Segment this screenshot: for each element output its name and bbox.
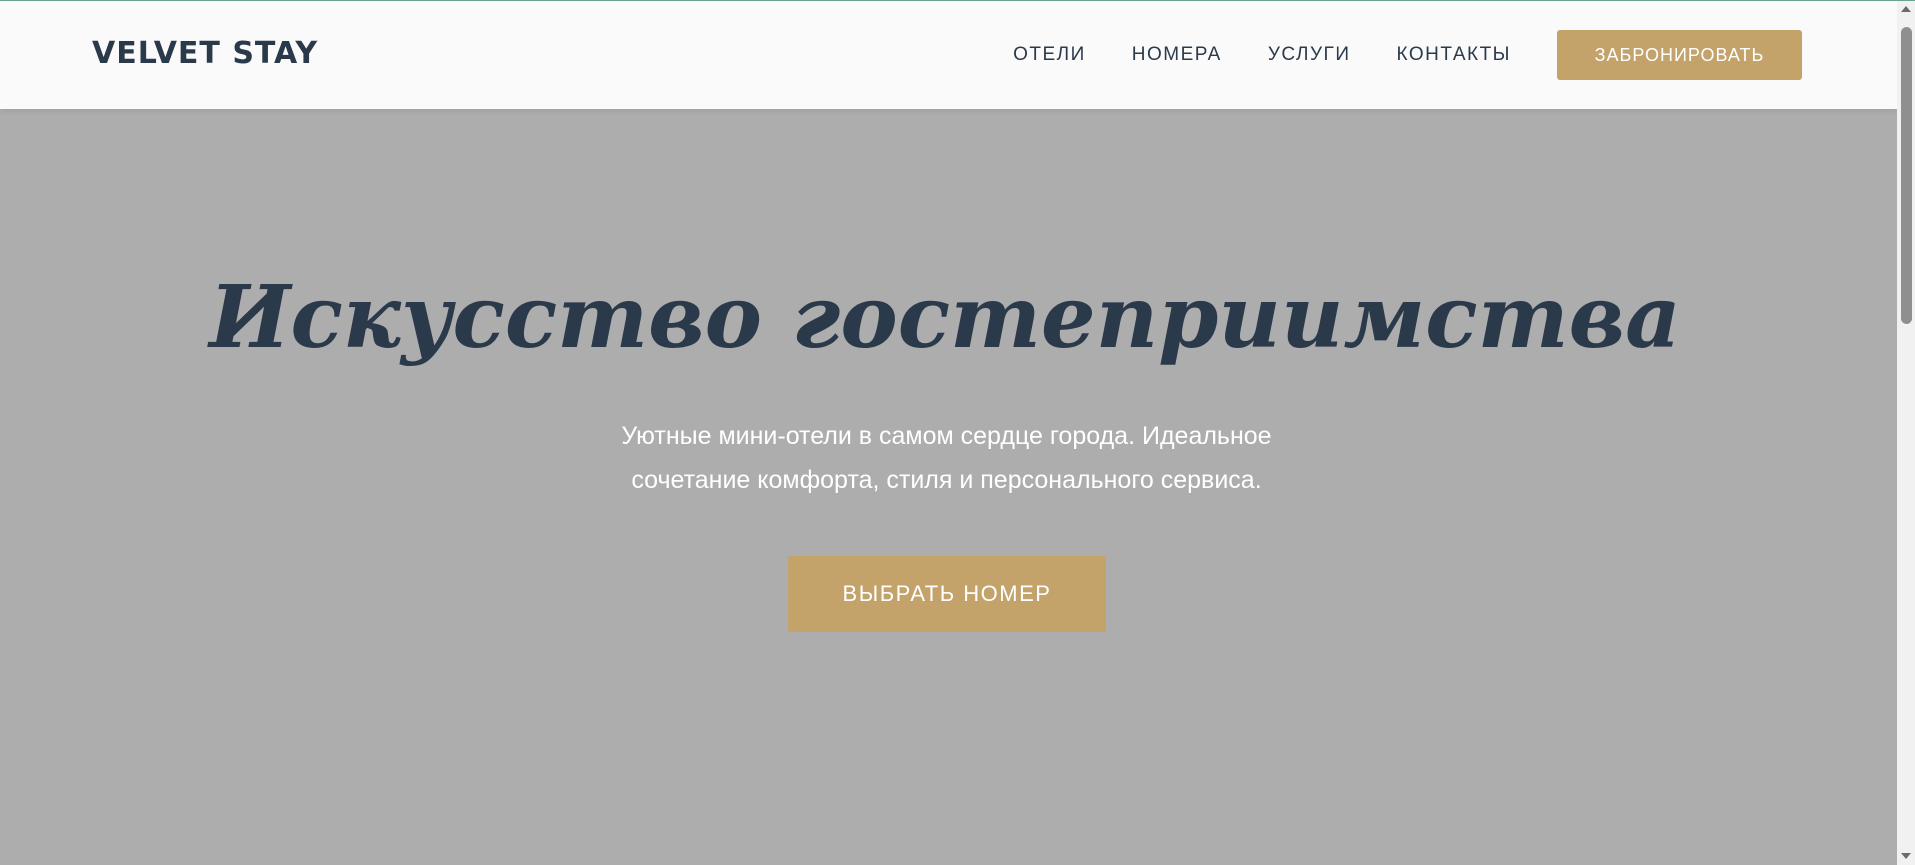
site-header: VELVET STAY ОТЕЛИ НОМЕРА УСЛУГИ КОНТАКТЫ… [0,1,1897,109]
hero-subtitle-line-2: сочетание комфорта, стиля и персональног… [631,466,1262,494]
scrollbar-thumb[interactable] [1901,27,1912,324]
hero-section: Искусство гостеприимства Уютные мини-оте… [0,109,1897,865]
nav-link-contacts[interactable]: КОНТАКТЫ [1397,44,1512,66]
vertical-scrollbar[interactable] [1897,0,1915,865]
scroll-up-arrow-icon[interactable] [1901,6,1911,12]
hero-subtitle: Уютные мини-отели в самом сердце города.… [0,414,1893,502]
site-logo[interactable]: VELVET STAY [92,36,318,71]
scroll-down-arrow-icon[interactable] [1901,853,1911,859]
nav-link-hotels[interactable]: ОТЕЛИ [1013,44,1086,66]
choose-room-button[interactable]: ВЫБРАТЬ НОМЕР [788,556,1106,632]
hero-subtitle-line-1: Уютные мини-отели в самом сердце города.… [621,422,1272,450]
nav-link-services[interactable]: УСЛУГИ [1268,44,1351,66]
top-border-line [0,0,1915,1]
page: VELVET STAY ОТЕЛИ НОМЕРА УСЛУГИ КОНТАКТЫ… [0,0,1915,865]
nav-link-rooms[interactable]: НОМЕРА [1132,44,1222,66]
main-nav: ОТЕЛИ НОМЕРА УСЛУГИ КОНТАКТЫ ЗАБРОНИРОВА… [1013,1,1897,109]
book-button[interactable]: ЗАБРОНИРОВАТЬ [1557,30,1802,80]
hero-title: Искусство гостеприимства [209,267,1681,368]
